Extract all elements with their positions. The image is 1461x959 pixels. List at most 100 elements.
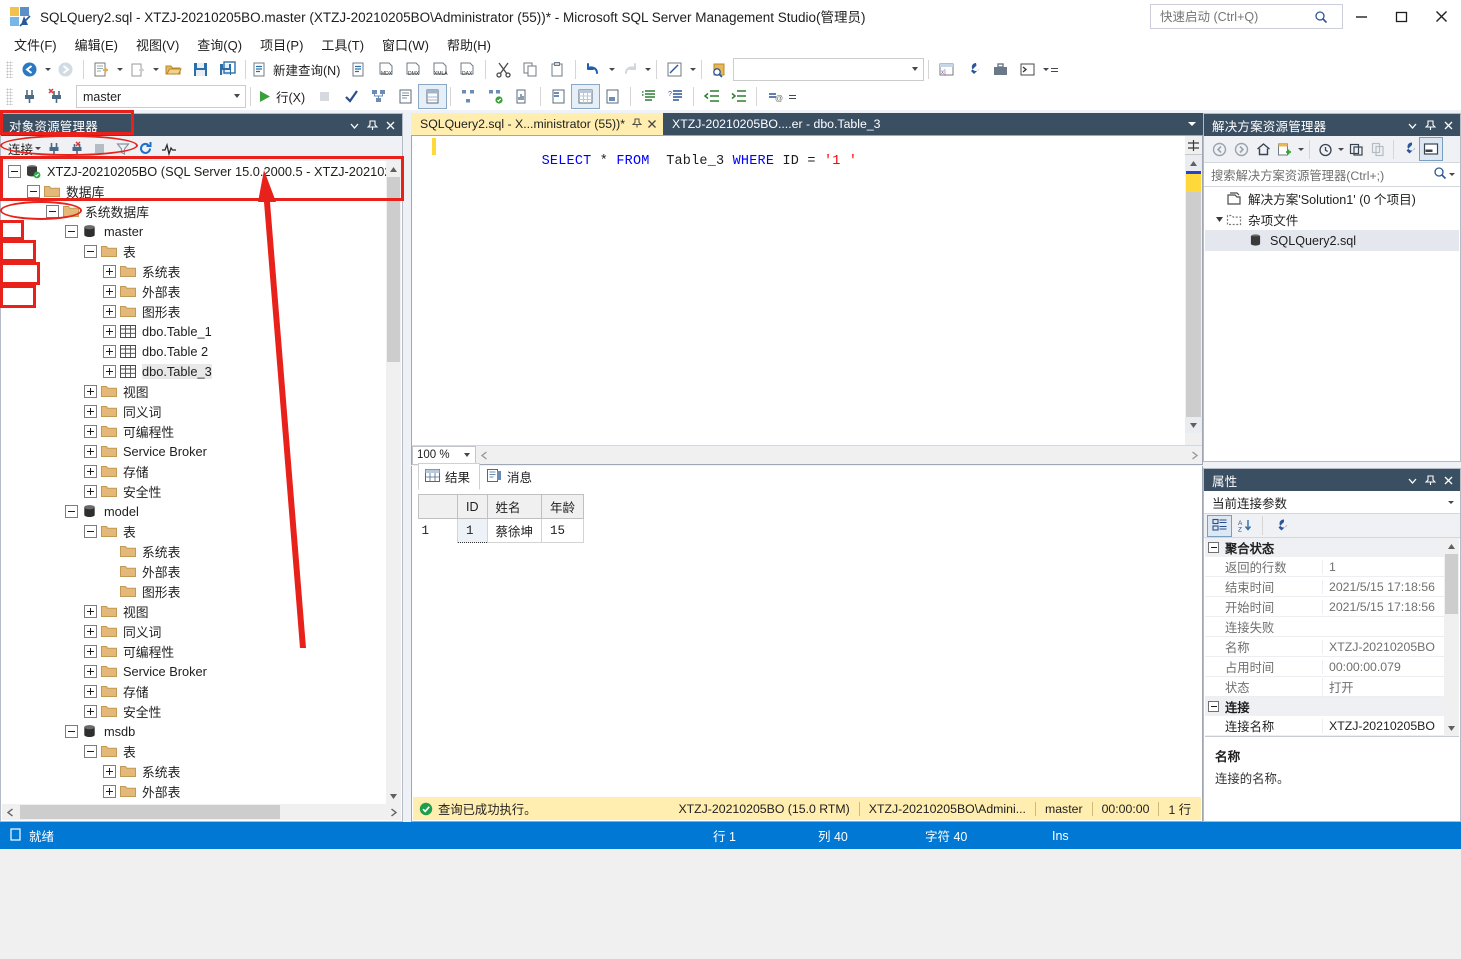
maximize-button[interactable]	[1381, 0, 1421, 32]
search-icon[interactable]	[1433, 166, 1447, 183]
toolbox-button[interactable]	[987, 58, 1014, 81]
chevron-down-icon[interactable]	[1213, 215, 1226, 224]
undo-button[interactable]	[580, 58, 607, 81]
quick-launch-input[interactable]	[1158, 9, 1314, 25]
tree-node[interactable]: 安全性	[2, 481, 386, 501]
expander-minus-icon[interactable]	[65, 725, 78, 738]
cut-button[interactable]	[490, 58, 517, 81]
tree-node[interactable]: master	[2, 221, 386, 241]
paste-button[interactable]	[544, 58, 571, 81]
new-xmla-query-button[interactable]: XMLA	[427, 58, 454, 81]
toolbar-grip[interactable]	[6, 61, 13, 78]
property-value[interactable]: 2021/5/15 17:18:56	[1322, 600, 1459, 614]
home-icon[interactable]	[1252, 138, 1274, 160]
command-prompt-button[interactable]	[1014, 58, 1041, 81]
sql-editor[interactable]: SELECT * FROM Table_3 WHERE ID = '1 '	[412, 136, 1185, 446]
scroll-right-arrow[interactable]	[385, 804, 401, 820]
expander-plus-icon[interactable]	[103, 285, 116, 298]
expander-plus-icon[interactable]	[103, 345, 116, 358]
results-tab-messages[interactable]: 消息	[480, 463, 542, 490]
editor-scroll-down-arrow[interactable]	[1185, 417, 1202, 433]
expander-minus-icon[interactable]	[65, 225, 78, 238]
expander-plus-icon[interactable]	[103, 325, 116, 338]
preview-pane-icon[interactable]	[1420, 138, 1442, 160]
pending-changes-dropdown[interactable]	[1336, 138, 1345, 161]
editor-scroll-thumb[interactable]	[1186, 192, 1201, 417]
find-icon-button[interactable]	[706, 58, 733, 81]
redo-button[interactable]	[616, 58, 643, 81]
connect-button[interactable]	[16, 85, 43, 108]
tree-node[interactable]: 系统数据库	[2, 201, 386, 221]
toolbar-overflow-button[interactable]	[1050, 58, 1059, 81]
properties-wrench-icon[interactable]	[1398, 138, 1420, 160]
menu-window[interactable]: 窗口(W)	[373, 32, 438, 57]
new-file-icon[interactable]	[1274, 138, 1296, 160]
options-wrench-button[interactable]	[960, 58, 987, 81]
tree-node[interactable]: 表	[2, 241, 386, 261]
editor-vertical-scrollbar[interactable]	[1185, 136, 1202, 446]
expander-plus-icon[interactable]	[103, 365, 116, 378]
expander-minus-icon[interactable]	[1208, 542, 1219, 553]
expander-minus-icon[interactable]	[8, 165, 21, 178]
expander-plus-icon[interactable]	[84, 605, 97, 618]
object-explorer-horizontal-scrollbar[interactable]	[2, 804, 401, 820]
property-row[interactable]: 返回的行数1	[1205, 557, 1459, 577]
solution-tree-node[interactable]: 杂项文件	[1205, 209, 1459, 230]
menu-query[interactable]: 查询(Q)	[188, 32, 251, 57]
results-grid[interactable]: ID 姓名 年龄 1 1 蔡徐坤 15	[418, 494, 1194, 794]
object-explorer-vertical-scrollbar[interactable]	[386, 161, 401, 804]
expander-plus-icon[interactable]	[103, 765, 116, 778]
include-live-query-statistics-button[interactable]	[482, 85, 509, 108]
property-value[interactable]: 1	[1322, 560, 1459, 574]
property-value[interactable]: XTZJ-20210205BO	[1322, 719, 1459, 733]
editor-horizontal-scrollbar[interactable]	[476, 447, 1202, 464]
tree-node[interactable]: 视图	[2, 381, 386, 401]
expander-plus-icon[interactable]	[84, 465, 97, 478]
table-row[interactable]: 1 1 蔡徐坤 15	[419, 519, 584, 543]
property-value[interactable]: 2021/5/15 17:18:56	[1322, 580, 1459, 594]
include-actual-execution-plan-button[interactable]	[455, 85, 482, 108]
connect-dropdown-label[interactable]: 连接	[8, 139, 33, 158]
expander-plus-icon[interactable]	[84, 645, 97, 658]
chevron-down-icon[interactable]	[1446, 491, 1455, 514]
row-number-header[interactable]	[419, 495, 458, 519]
activity-monitor-icon[interactable]	[157, 138, 180, 159]
menu-edit[interactable]: 编辑(E)	[66, 32, 127, 57]
tree-node[interactable]: 系统表	[2, 261, 386, 281]
cell-age[interactable]: 15	[542, 519, 584, 543]
split-editor-button[interactable]	[1185, 136, 1202, 155]
property-value[interactable]: 打开	[1322, 678, 1459, 696]
tab-table3-designer[interactable]: XTZJ-20210205BO....er - dbo.Table_3	[663, 113, 886, 135]
properties-object-select[interactable]: 当前连接参数	[1204, 491, 1460, 514]
property-row[interactable]: 结束时间2021/5/15 17:18:56	[1205, 577, 1459, 597]
column-header-name[interactable]: 姓名	[487, 495, 542, 519]
results-to-grid-button[interactable]	[419, 85, 446, 108]
tree-node[interactable]: 可编程性	[2, 421, 386, 441]
increase-indent-button[interactable]	[725, 85, 752, 108]
menu-tools[interactable]: 工具(T)	[312, 32, 373, 57]
menu-project[interactable]: 项目(P)	[251, 32, 312, 57]
close-button[interactable]	[1421, 0, 1461, 32]
toolbar-grip-2[interactable]	[6, 88, 13, 105]
decrease-indent-button[interactable]	[698, 85, 725, 108]
add-new-item-dropdown[interactable]	[151, 58, 160, 81]
expander-plus-icon[interactable]	[84, 385, 97, 398]
chevron-down-icon[interactable]	[1403, 116, 1421, 134]
expander-plus-icon[interactable]	[103, 305, 116, 318]
disconnect-object-explorer-icon[interactable]	[65, 138, 88, 159]
expander-minus-icon[interactable]	[1208, 701, 1219, 712]
tree-node[interactable]: 外部表	[2, 281, 386, 301]
new-mdx-query-button[interactable]: MDX	[373, 58, 400, 81]
expander-plus-icon[interactable]	[84, 625, 97, 638]
menu-help[interactable]: 帮助(H)	[438, 32, 500, 57]
solution-explorer-search[interactable]: 搜索解决方案资源管理器(Ctrl+;)	[1204, 163, 1460, 187]
cell-id[interactable]: 1	[458, 519, 488, 543]
chevron-down-icon[interactable]	[345, 116, 363, 134]
property-row[interactable]: 连接失败	[1205, 617, 1459, 637]
expander-minus-icon[interactable]	[46, 205, 59, 218]
property-group-header[interactable]: 聚合状态	[1205, 538, 1459, 557]
find-combo[interactable]	[733, 58, 924, 81]
properties-scroll-up-arrow[interactable]	[1444, 538, 1459, 554]
scroll-down-arrow[interactable]	[386, 788, 401, 804]
tree-node[interactable]: Service Broker	[2, 661, 386, 681]
